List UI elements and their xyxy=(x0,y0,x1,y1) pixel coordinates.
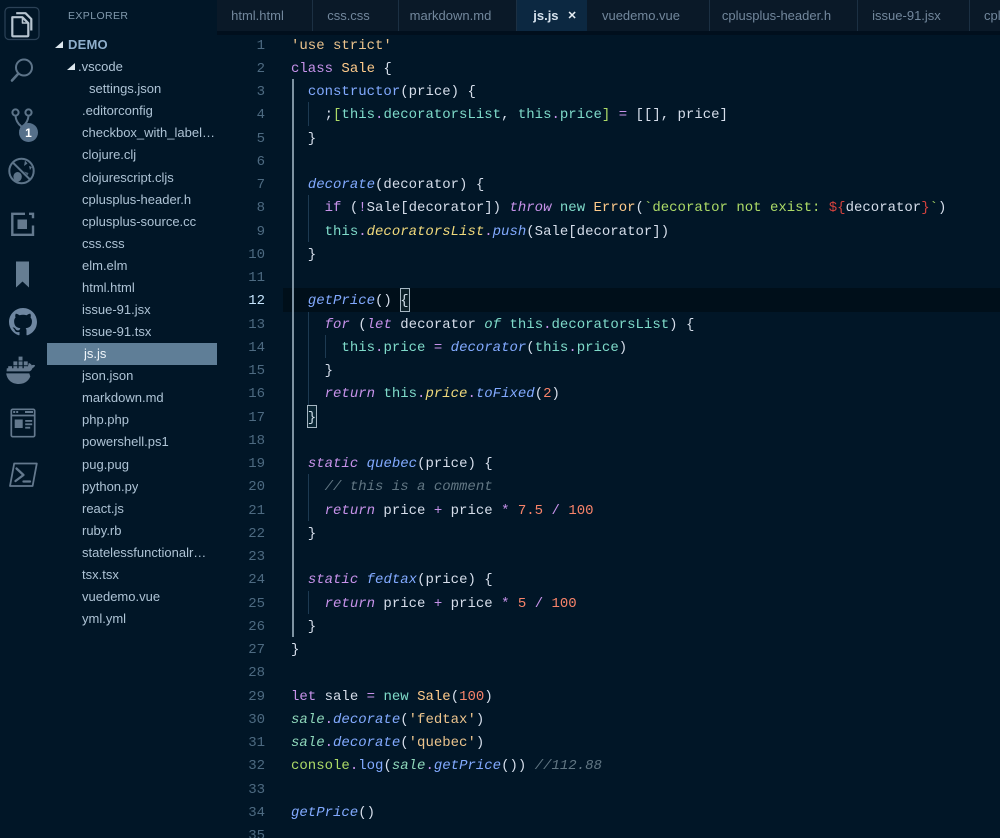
svg-text:1: 1 xyxy=(25,126,32,140)
